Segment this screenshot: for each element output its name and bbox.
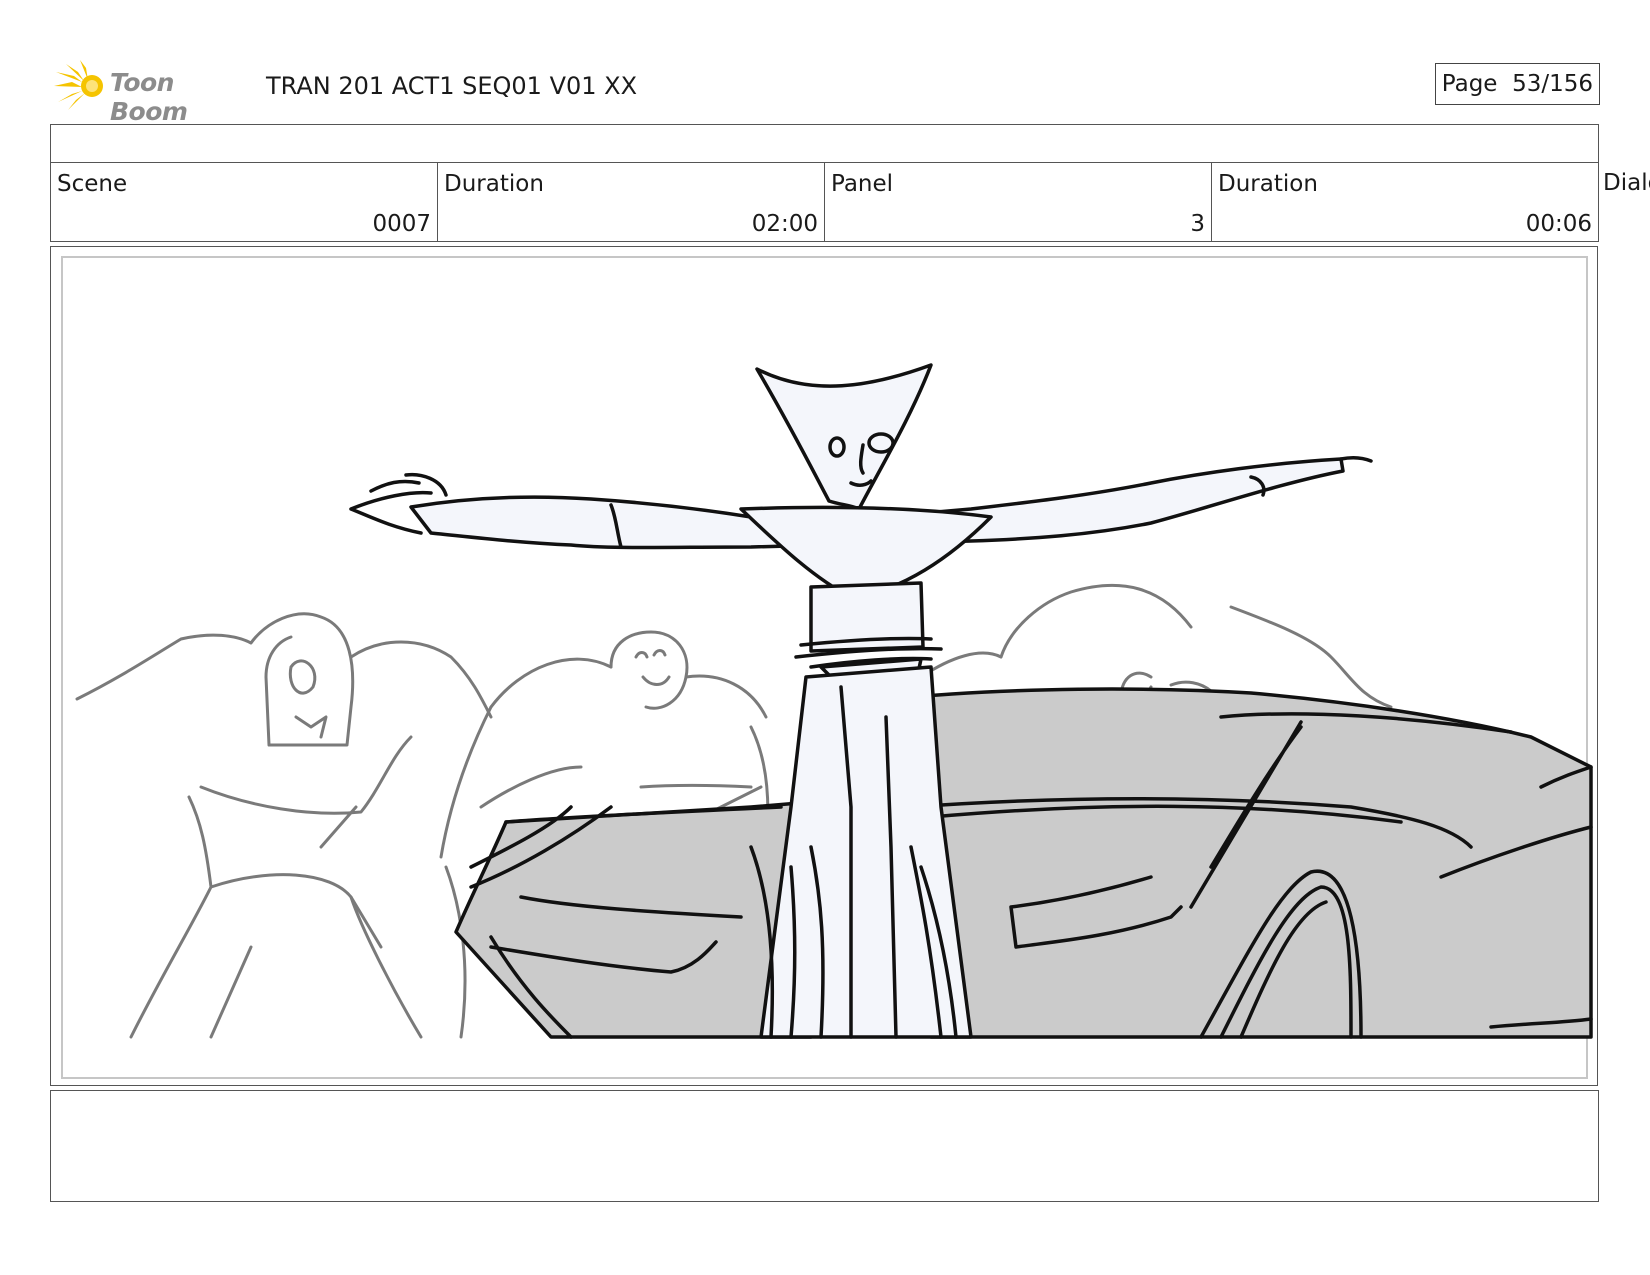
scene-label: Scene (57, 171, 128, 197)
panel-info-row: Scene 0007 Duration 02:00 Panel 3 Durati… (50, 162, 1599, 242)
scene-cell: Scene 0007 (51, 163, 438, 241)
page-label: Page (1441, 71, 1498, 97)
burst-logo-icon (54, 60, 103, 110)
scene-duration-label: Duration (444, 171, 544, 197)
sketch-car (454, 800, 813, 1039)
dialog-label: Dialo (1603, 170, 1650, 196)
sketch-drawing (75, 363, 1593, 1039)
panel-label: Panel (831, 171, 894, 197)
sketch-character-head (755, 363, 933, 511)
caption-band (50, 124, 1599, 163)
panel-duration-cell: Duration 00:06 (1212, 163, 1598, 241)
scene-value: 0007 (372, 211, 431, 237)
panel-duration-label: Duration (1218, 171, 1318, 197)
panel-notes-box (50, 1090, 1599, 1202)
storyboard-header: Toon Boom TRAN 201 ACT1 SEQ01 V01 XX Pag… (50, 58, 1600, 126)
panel-duration-value: 00:06 (1525, 211, 1592, 237)
scene-duration-value: 02:00 (751, 211, 818, 237)
panel-value: 3 (1190, 211, 1205, 237)
storyboard-panel-image (50, 246, 1598, 1086)
brand-name: Toon Boom (110, 68, 188, 126)
sketch-brute-middle (609, 630, 689, 710)
panel-cell: Panel 3 (825, 163, 1212, 241)
scene-duration-cell: Duration 02:00 (438, 163, 825, 241)
document-title: TRAN 201 ACT1 SEQ01 V01 XX (266, 72, 638, 100)
toon-boom-logo: Toon Boom (52, 58, 252, 126)
page-indicator: Page 53/156 (1434, 63, 1600, 105)
page-number: 53/156 (1512, 71, 1593, 97)
